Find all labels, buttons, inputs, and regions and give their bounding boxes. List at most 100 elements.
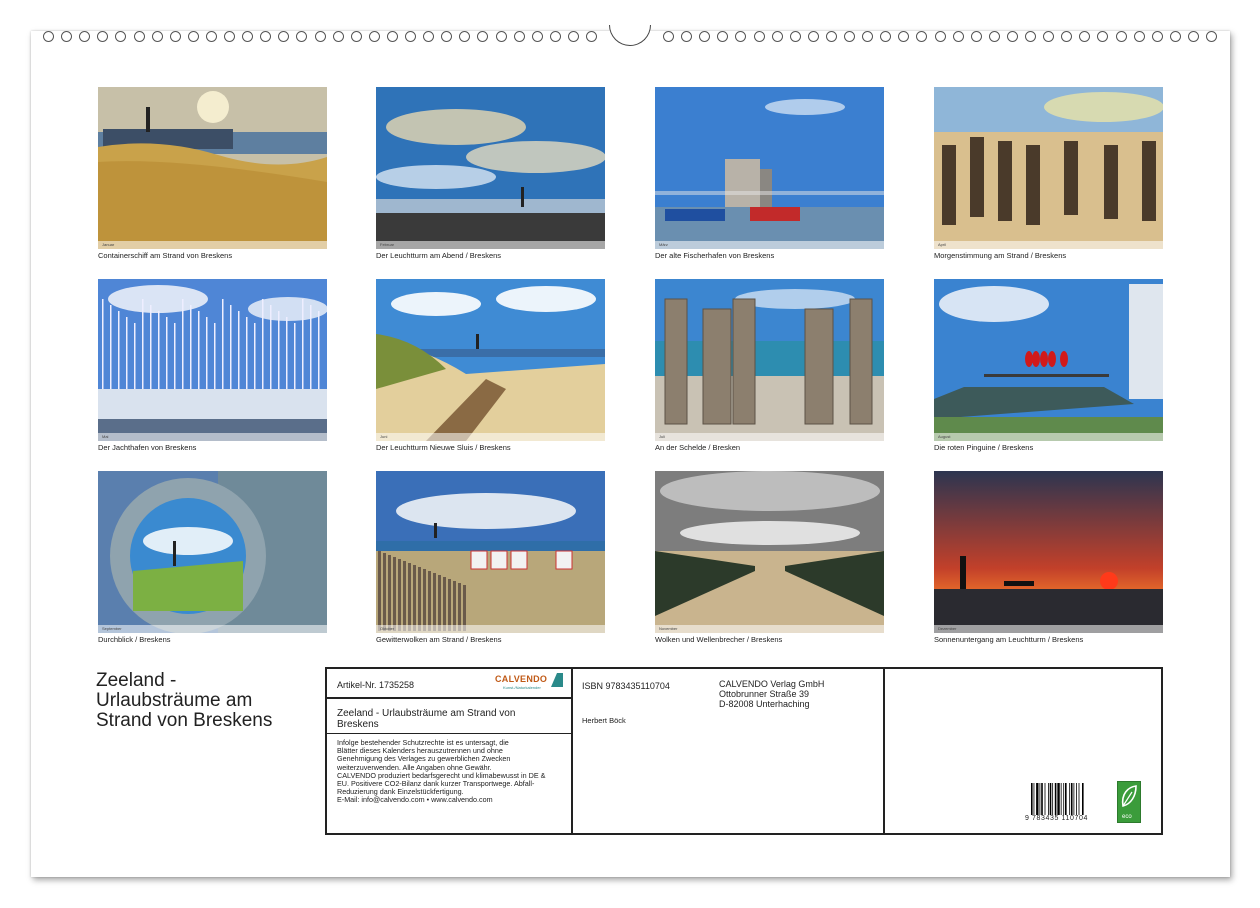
binding-hole	[115, 31, 127, 42]
binding-hole	[260, 31, 272, 42]
binding-hole	[1133, 31, 1145, 42]
binding-hole	[1206, 31, 1217, 42]
photo-image	[376, 471, 605, 633]
binding-hole	[567, 31, 579, 42]
binding-hole	[43, 31, 54, 42]
product-title-line-2: Breskens	[337, 719, 379, 730]
binding-hole	[441, 31, 453, 42]
product-title: Zeeland - Urlaubsträume am Strand von Br…	[337, 708, 515, 730]
binding-hole	[151, 31, 163, 42]
month-label: Dezember	[938, 626, 957, 631]
calendar-photo-5: Mai	[98, 279, 327, 441]
photo-image	[934, 279, 1163, 441]
month-label: Oktober	[380, 626, 395, 631]
photo-caption: Gewitterwolken am Strand / Breskens	[376, 635, 502, 644]
calvendo-logo-subtitle: Kunst-/Naturkalender	[503, 685, 541, 690]
month-label: August	[938, 434, 951, 439]
binding-hole	[916, 31, 928, 42]
calendar-photo-3: März	[655, 87, 884, 249]
binding-hole	[1169, 31, 1181, 42]
binding-hole	[844, 31, 855, 42]
title-line-3: Strand von Breskens	[96, 710, 273, 731]
binding-hole	[314, 31, 326, 42]
binding-hole	[169, 31, 181, 42]
binding-hole	[1043, 31, 1055, 42]
binding-hole	[934, 31, 946, 42]
barcode-number: 9 783435 110704	[1025, 815, 1088, 822]
calendar-photo-9: September	[98, 471, 327, 633]
binding-hole	[423, 31, 435, 42]
isbn: ISBN 9783435110704	[582, 681, 670, 691]
photo-image	[376, 87, 605, 249]
binding-hole	[1151, 31, 1163, 42]
month-calendar-strip: Februar	[376, 241, 605, 249]
photo-image	[655, 471, 884, 633]
calendar-photo-1: Januar	[98, 87, 327, 249]
binding-hole	[495, 31, 507, 42]
binding-hole	[242, 31, 254, 42]
calendar-photo-6: Juni	[376, 279, 605, 441]
month-label: Februar	[380, 242, 395, 247]
product-info-box: Artikel-Nr. 1735258 CALVENDO Kunst-/Natu…	[325, 667, 1163, 835]
product-title-row: Zeeland - Urlaubsträume am Strand von Br…	[327, 699, 571, 734]
photo-image	[376, 279, 605, 441]
binding-hole	[807, 31, 819, 42]
month-calendar-strip: Juni	[376, 433, 605, 441]
binding-hole	[224, 31, 235, 42]
photo-image	[98, 87, 327, 249]
photo-image	[655, 279, 884, 441]
binding-hole	[1006, 31, 1018, 42]
binding-hole	[187, 31, 199, 42]
photo-caption: Morgenstimmung am Strand / Breskens	[934, 251, 1067, 260]
binding-hole	[898, 31, 910, 42]
binding-hole	[97, 31, 109, 42]
photo-caption: Der Leuchtturm Nieuwe Sluis / Breskens	[376, 443, 511, 452]
photo-caption: Sonnenuntergang am Leuchtturm / Breskens	[934, 635, 1084, 644]
binding-hole	[61, 31, 73, 42]
calendar-photo-10: Oktober	[376, 471, 605, 633]
binding-hole	[753, 31, 765, 42]
binding-hole	[1079, 31, 1091, 42]
month-calendar-strip: März	[655, 241, 884, 249]
binding-hole	[789, 31, 801, 42]
calendar-photo-11: November	[655, 471, 884, 633]
author: Herbert Böck	[582, 716, 626, 725]
info-column-middle: ISBN 9783435110704 Herbert Böck CALVENDO…	[573, 669, 885, 833]
publisher-line-2: Ottobrunner Straße 39	[719, 689, 810, 699]
calendar-photo-7: Juli	[655, 279, 884, 441]
photo-caption: Der Jachthafen von Breskens	[98, 443, 197, 452]
binding-hole	[1061, 31, 1073, 42]
binding-hole	[717, 31, 729, 42]
article-row: Artikel-Nr. 1735258 CALVENDO Kunst-/Natu…	[327, 669, 571, 699]
binding-hole	[296, 31, 308, 42]
binding-hole	[771, 31, 783, 42]
month-calendar-strip: April	[934, 241, 1163, 249]
publisher-address: CALVENDO Verlag GmbH Ottobrunner Straße …	[719, 679, 824, 709]
month-calendar-strip: August	[934, 433, 1163, 441]
photo-image	[934, 471, 1163, 633]
hanger-notch	[609, 25, 651, 46]
month-label: Juni	[380, 434, 388, 439]
binding-hole	[681, 31, 693, 42]
photo-caption: An der Schelde / Bresken	[655, 443, 741, 452]
binding-hole	[699, 31, 711, 42]
binding-hole	[350, 31, 362, 42]
binding-hole	[735, 31, 747, 42]
binding-hole	[405, 31, 416, 42]
photo-caption: Der Leuchtturm am Abend / Breskens	[376, 251, 502, 260]
calendar-back-page: Januar Containerschiff am Strand von Bres…	[31, 25, 1230, 877]
photo-caption: Wolken und Wellenbrecher / Breskens	[655, 635, 783, 644]
binding-hole	[952, 31, 964, 42]
month-label: Januar	[102, 242, 115, 247]
binding-hole	[459, 31, 471, 42]
barcode	[1031, 783, 1084, 815]
photo-caption: Durchblick / Breskens	[98, 635, 171, 644]
binding-hole	[988, 31, 1000, 42]
binding-hole	[1187, 31, 1199, 42]
month-label: Juli	[659, 434, 666, 439]
calendar-photo-8: August	[934, 279, 1163, 441]
calendar-title: Zeeland - Urlaubsträume am Strand von Br…	[96, 671, 272, 731]
month-label: Mai	[102, 434, 109, 439]
calvendo-logo-icon	[551, 673, 563, 687]
month-label: November	[659, 626, 678, 631]
